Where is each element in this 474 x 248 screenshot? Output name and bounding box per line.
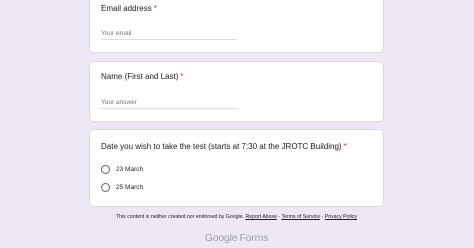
radio-option-label: 25 March xyxy=(116,183,144,191)
radio-option-25-march[interactable]: 25 March xyxy=(101,181,143,193)
report-abuse-link[interactable]: Report Abuse xyxy=(245,214,276,220)
footer-separator: - xyxy=(321,214,324,220)
radio-button-icon[interactable] xyxy=(101,182,110,192)
footer-separator: - xyxy=(278,214,281,220)
date-question-card: Date you wish to take the test (starts a… xyxy=(89,129,384,207)
name-input[interactable] xyxy=(101,96,237,109)
name-question-title: Name (First and Last) * xyxy=(101,72,183,82)
email-question-label: Email address xyxy=(101,4,152,13)
required-asterisk: * xyxy=(343,142,347,151)
name-question-label: Name (First and Last) xyxy=(101,72,179,81)
email-question-title: Email address * xyxy=(101,4,157,14)
radio-option-label: 23 March xyxy=(116,165,144,173)
name-question-card: Name (First and Last) * xyxy=(89,61,384,122)
radio-option-23-march[interactable]: 23 March xyxy=(101,163,143,175)
date-question-title: Date you wish to take the test (starts a… xyxy=(101,142,347,152)
date-question-label: Date you wish to take the test (starts a… xyxy=(101,142,342,151)
radio-button-icon[interactable] xyxy=(101,164,110,174)
privacy-policy-link[interactable]: Privacy Policy xyxy=(325,214,357,220)
disclaimer-text: This content is neither created nor endo… xyxy=(115,214,245,220)
required-asterisk: * xyxy=(180,72,184,81)
email-question-card: Email address * xyxy=(89,0,384,53)
terms-of-service-link[interactable]: Terms of Service xyxy=(281,214,320,220)
logo-google-text: Google xyxy=(204,232,238,244)
required-asterisk: * xyxy=(153,4,157,13)
google-forms-logo: Google Forms xyxy=(89,232,384,244)
footer-disclaimer: This content is neither created nor endo… xyxy=(89,214,384,220)
email-input[interactable] xyxy=(101,27,237,40)
logo-forms-text: Forms xyxy=(239,232,269,244)
